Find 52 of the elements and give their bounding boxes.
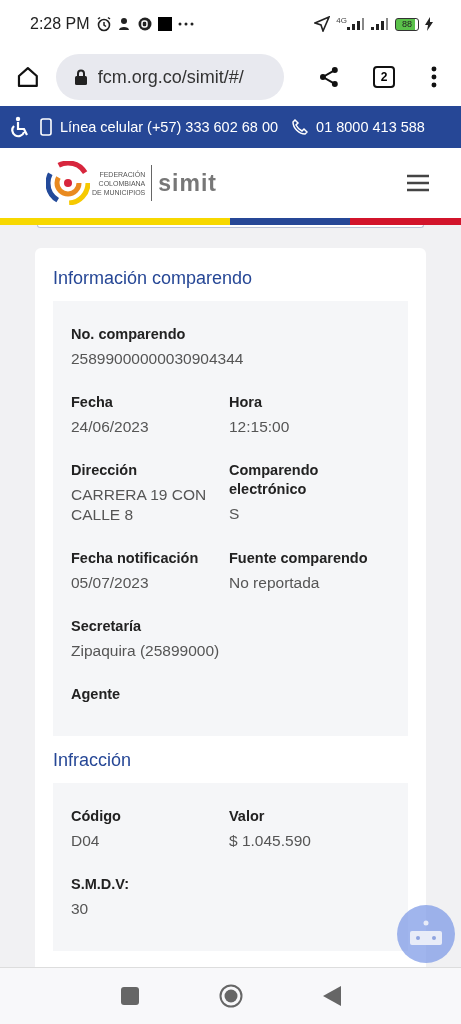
field-value: 05/07/2023	[71, 573, 149, 593]
alarm-icon	[95, 16, 112, 32]
status-time: 2:28 PM	[30, 15, 90, 33]
field-label: Código	[71, 807, 121, 826]
mobile-phone-icon	[40, 118, 52, 136]
field-value: S	[229, 504, 240, 524]
lock-icon	[73, 69, 88, 85]
field-value: 30	[71, 899, 89, 919]
menu-icon[interactable]	[407, 174, 429, 192]
field-label: Agente	[71, 685, 121, 704]
field-label: Secretaría	[71, 617, 142, 636]
field-value: 12:15:00	[229, 417, 290, 437]
section-title: Infracción	[53, 750, 133, 771]
field-value: $ 1.045.590	[229, 831, 311, 851]
field-label: No. comparendo	[71, 325, 186, 344]
battery-indicator: 88	[395, 17, 419, 31]
phone-icon	[292, 119, 309, 135]
field-label: Hora	[229, 393, 263, 412]
field-label: Valor	[229, 807, 265, 826]
field-value: 25899000000030904344	[71, 349, 244, 369]
back-icon[interactable]	[322, 986, 341, 1006]
brand-logo-text: simit	[158, 169, 217, 197]
field-value: D04	[71, 831, 100, 851]
recents-icon[interactable]	[120, 987, 139, 1005]
menu-icon[interactable]	[431, 66, 437, 88]
field-label: S.M.D.V:	[71, 875, 129, 894]
swirl-logo-icon	[46, 161, 90, 205]
signal-icon	[371, 18, 389, 30]
phone-number-text[interactable]: 01 8000 413 588	[316, 119, 425, 135]
square-icon	[157, 17, 172, 31]
mobile-line-text[interactable]: Línea celular (+57) 333 602 68 00	[60, 119, 279, 135]
field-label: Fecha notificación	[71, 549, 199, 568]
home-icon[interactable]	[16, 65, 40, 89]
share-icon[interactable]	[317, 66, 340, 88]
charging-icon	[425, 17, 433, 31]
field-label: Comparendo electrónico	[229, 461, 320, 499]
field-value: Zipaquira (25899000)	[71, 641, 220, 661]
location-icon	[314, 16, 331, 32]
app-icon	[137, 17, 152, 31]
field-value: No reportada	[229, 573, 320, 593]
field-label: Dirección	[71, 461, 138, 480]
field-value: 24/06/2023	[71, 417, 149, 437]
section-title: Información comparendo	[53, 268, 254, 289]
person-icon	[117, 17, 132, 31]
network-label: 4G	[336, 16, 347, 25]
more-icon	[177, 22, 194, 26]
address-bar[interactable]: fcm.org.co/simit/#/	[55, 54, 284, 100]
field-value: CARRERA 19 CON CALLE 8	[71, 485, 208, 525]
field-label: Fecha	[71, 393, 113, 412]
signal-icon	[347, 18, 365, 30]
field-label: Fuente comparendo	[229, 549, 368, 568]
tab-count-button[interactable]: 2	[373, 66, 396, 88]
